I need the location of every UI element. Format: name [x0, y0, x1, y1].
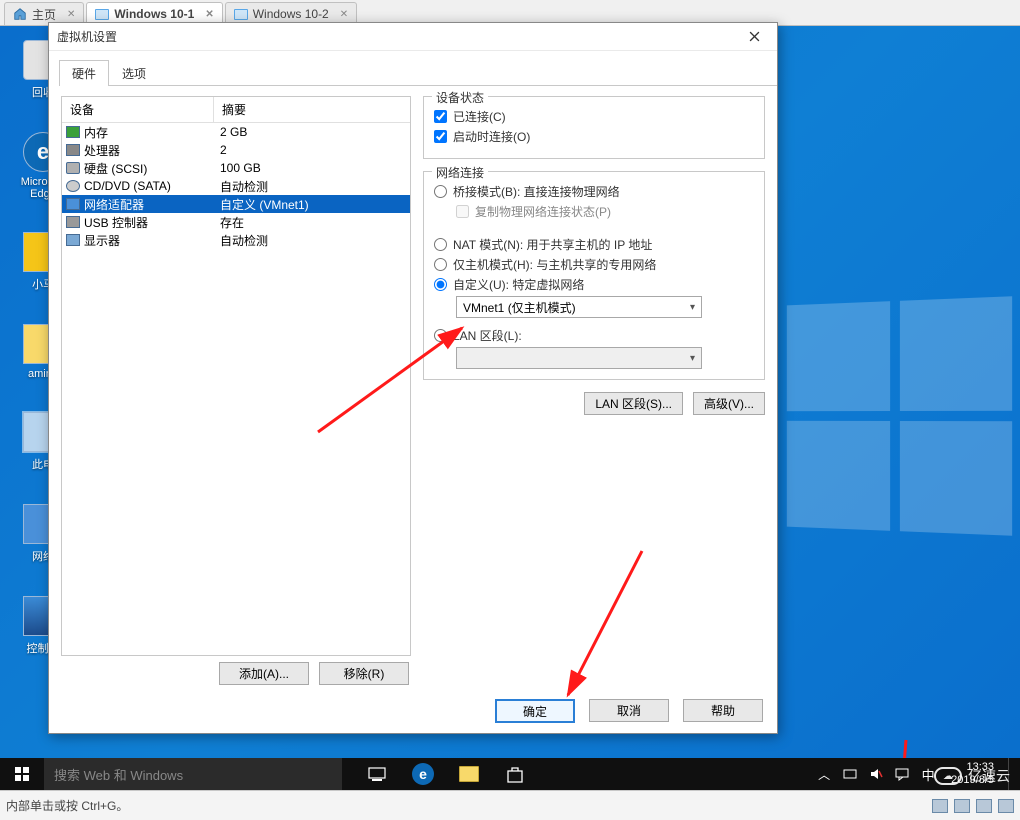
taskview-icon[interactable]: [354, 758, 400, 790]
tab-label: Windows 10-1: [114, 7, 194, 21]
group-legend: 设备状态: [432, 89, 488, 106]
search-input[interactable]: 搜索 Web 和 Windows: [44, 758, 342, 790]
device-row[interactable]: 处理器 2: [62, 141, 410, 159]
device-icon: [66, 144, 80, 156]
nat-radio[interactable]: NAT 模式(N): 用于共享主机的 IP 地址: [434, 236, 754, 253]
device-name: 网络适配器: [84, 196, 144, 213]
device-icon: [66, 162, 80, 174]
help-button[interactable]: 帮助: [683, 699, 763, 722]
windows-logo: [787, 296, 1012, 536]
device-row[interactable]: 内存 2 GB: [62, 123, 410, 141]
device-name: 处理器: [84, 142, 120, 159]
device-list-header: 设备 摘要: [62, 97, 410, 123]
monitor-icon: [234, 7, 248, 21]
col-device[interactable]: 设备: [62, 97, 214, 122]
watermark: ☁ 亿速云: [934, 766, 1010, 786]
device-name: 内存: [84, 124, 108, 141]
device-icon: [66, 216, 80, 228]
edge-taskbar-icon[interactable]: e: [400, 758, 446, 790]
device-row[interactable]: 显示器 自动检测: [62, 231, 410, 249]
dialog-buttons: 确定 取消 帮助: [495, 699, 763, 723]
lanseg-radio[interactable]: LAN 区段(L):: [434, 327, 754, 344]
hostonly-radio[interactable]: 仅主机模式(H): 与主机共享的专用网络: [434, 256, 754, 273]
device-summary: 存在: [214, 214, 410, 231]
advanced-button[interactable]: 高级(V)...: [693, 392, 765, 415]
device-summary: 2: [214, 143, 410, 157]
bridged-radio[interactable]: 桥接模式(B): 直接连接物理网络: [434, 183, 754, 200]
device-list[interactable]: 内存 2 GB 处理器 2 硬盘 (SCSI) 100 GB CD/DVD (SATA) 自动…: [62, 123, 410, 655]
taskbar-apps: e: [354, 758, 538, 790]
start-button[interactable]: [0, 758, 44, 790]
settings-tabs: 硬件 选项: [59, 59, 777, 86]
custom-vmnet-select[interactable]: VMnet1 (仅主机模式): [456, 296, 702, 318]
home-icon: [13, 7, 27, 21]
cancel-button[interactable]: 取消: [589, 699, 669, 722]
action-center-icon[interactable]: [893, 765, 911, 783]
device-summary: 自动检测: [214, 178, 410, 195]
device-row[interactable]: 硬盘 (SCSI) 100 GB: [62, 159, 410, 177]
lanseg-select[interactable]: [456, 347, 702, 369]
connected-checkbox[interactable]: 已连接(C): [434, 108, 754, 125]
store-taskbar-icon[interactable]: [492, 758, 538, 790]
tab-hardware[interactable]: 硬件: [59, 60, 109, 86]
dialog-title: 虚拟机设置: [57, 28, 117, 45]
device-icon: [66, 234, 80, 246]
device-summary: 2 GB: [214, 125, 410, 139]
status-net-icon[interactable]: [976, 799, 992, 813]
device-icon: [66, 180, 80, 192]
tab-label: 主页: [32, 6, 56, 23]
device-row[interactable]: USB 控制器 存在: [62, 213, 410, 231]
replicate-checkbox[interactable]: 复制物理网络连接状态(P): [456, 203, 754, 220]
tray-chevron-icon[interactable]: ︿: [815, 765, 833, 783]
device-summary: 自动检测: [214, 232, 410, 249]
device-summary: 自定义 (VMnet1): [214, 196, 410, 213]
cloud-icon: ☁: [934, 767, 962, 785]
custom-radio[interactable]: 自定义(U): 特定虚拟网络: [434, 276, 754, 293]
search-placeholder: 搜索 Web 和 Windows: [54, 765, 183, 784]
device-state-group: 设备状态 已连接(C) 启动时连接(O): [423, 96, 765, 159]
explorer-taskbar-icon[interactable]: [446, 758, 492, 790]
device-name: USB 控制器: [84, 214, 148, 231]
close-button[interactable]: [739, 27, 769, 47]
close-icon[interactable]: ✕: [67, 9, 75, 20]
device-list-panel: 设备 摘要 内存 2 GB 处理器 2 硬盘 (SCSI) 100 GB CD/DVD (S…: [61, 96, 411, 656]
tab-label: Windows 10-2: [253, 7, 329, 21]
device-icon: [66, 198, 80, 210]
col-summary[interactable]: 摘要: [214, 97, 410, 122]
lan-segments-button[interactable]: LAN 区段(S)...: [584, 392, 683, 415]
monitor-icon: [95, 7, 109, 21]
device-name: 显示器: [84, 232, 120, 249]
status-disk-icon[interactable]: [932, 799, 948, 813]
add-button[interactable]: 添加(A)...: [219, 662, 309, 685]
vm-settings-dialog: 虚拟机设置 硬件 选项 设备 摘要 内存 2 GB 处理器 2 硬盘 (SCSI) 100…: [48, 22, 778, 734]
tab-options[interactable]: 选项: [109, 60, 159, 86]
device-icon: [66, 126, 80, 138]
close-icon[interactable]: ✕: [340, 9, 348, 20]
device-row[interactable]: CD/DVD (SATA) 自动检测: [62, 177, 410, 195]
remove-button[interactable]: 移除(R): [319, 662, 409, 685]
ok-button[interactable]: 确定: [495, 699, 575, 723]
vmware-status-bar: 内部单击或按 Ctrl+G。: [0, 790, 1020, 820]
connect-at-poweron-checkbox[interactable]: 启动时连接(O): [434, 128, 754, 145]
volume-tray-icon[interactable]: [867, 765, 885, 783]
status-hint: 内部单击或按 Ctrl+G。: [6, 797, 128, 814]
device-name: 硬盘 (SCSI): [84, 160, 147, 177]
group-legend: 网络连接: [432, 164, 488, 181]
device-row[interactable]: 网络适配器 自定义 (VMnet1): [62, 195, 410, 213]
device-name: CD/DVD (SATA): [84, 179, 171, 193]
status-cd-icon[interactable]: [954, 799, 970, 813]
network-tray-icon[interactable]: [841, 765, 859, 783]
taskbar: 搜索 Web 和 Windows e ︿ 中 13:33 2019/8/5: [0, 758, 1020, 790]
device-summary: 100 GB: [214, 161, 410, 175]
device-config-panel: 设备状态 已连接(C) 启动时连接(O) 网络连接 桥接模式(B): 直接连接物…: [423, 96, 765, 694]
dialog-titlebar[interactable]: 虚拟机设置: [49, 23, 777, 51]
network-connection-group: 网络连接 桥接模式(B): 直接连接物理网络 复制物理网络连接状态(P) NAT…: [423, 171, 765, 380]
close-icon[interactable]: ✕: [205, 9, 213, 20]
status-display-icon[interactable]: [998, 799, 1014, 813]
